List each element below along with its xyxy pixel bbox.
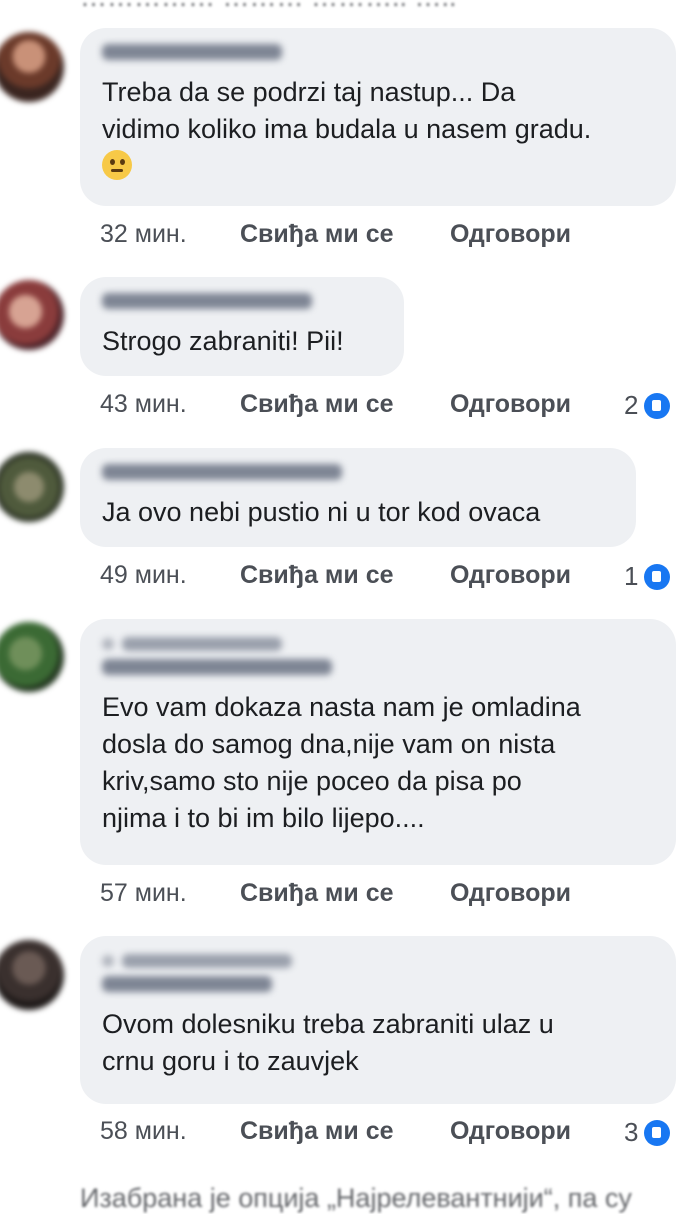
comment-bubble: name Treba da se podrzi taj nastup... Da… xyxy=(80,28,676,206)
like-button[interactable]: Свиђа ми се xyxy=(240,879,450,908)
like-button[interactable]: Свиђа ми се xyxy=(240,1117,450,1146)
like-button[interactable]: Свиђа ми се xyxy=(240,220,450,249)
avatar[interactable] xyxy=(0,280,64,350)
comment-time[interactable]: 43 мин. xyxy=(100,390,240,419)
thinking-face-emoji-icon xyxy=(102,150,132,180)
reaction-number: 1 xyxy=(624,561,639,591)
cut-off-top-text: …………… ……… ……….. ….. xyxy=(80,0,457,13)
comment-actions: 58 мин. Свиђа ми се Одговори xyxy=(100,1117,571,1146)
comment-time[interactable]: 49 мин. xyxy=(100,561,240,590)
comment-text: Strogo zabraniti! Pii! xyxy=(102,326,344,356)
reaction-number: 3 xyxy=(624,1117,639,1147)
comment-text: Ovom dolesniku treba zabraniti ulaz u cr… xyxy=(102,1009,554,1076)
reply-button[interactable]: Одговори xyxy=(450,561,571,590)
comment-actions: 57 мин. Свиђа ми се Одговори xyxy=(100,879,571,908)
blurred-author-name[interactable]: name xyxy=(102,464,616,484)
blurred-author-name[interactable]: name xyxy=(102,976,656,996)
like-reaction-icon xyxy=(644,392,671,419)
comment-bubble: meta name Evo vam dokaza nasta nam je om… xyxy=(80,619,676,865)
comment-text: Treba da se podrzi taj nastup... Da vidi… xyxy=(102,77,592,144)
blurred-author-name[interactable]: name xyxy=(102,659,656,679)
avatar[interactable] xyxy=(0,32,64,102)
like-reaction-icon xyxy=(644,563,671,590)
comment-actions: 49 мин. Свиђа ми се Одговори xyxy=(100,561,571,590)
blurred-author-name[interactable]: name xyxy=(102,44,656,64)
comment-bubble: meta name Ovom dolesniku treba zabraniti… xyxy=(80,936,676,1104)
reply-button[interactable]: Одговори xyxy=(450,220,571,249)
blurred-author-name[interactable]: name xyxy=(102,293,384,313)
reaction-number: 2 xyxy=(624,390,639,420)
avatar[interactable] xyxy=(0,622,64,692)
blurred-metadata: meta xyxy=(102,952,656,970)
reply-button[interactable]: Одговори xyxy=(450,879,571,908)
comment-time[interactable]: 57 мин. xyxy=(100,879,240,908)
like-button[interactable]: Свиђа ми се xyxy=(240,561,450,590)
like-reaction-icon xyxy=(644,1119,671,1146)
cut-off-bottom-text: Изабрана је опција „Најрелевантнији“, па… xyxy=(80,1183,632,1213)
like-button[interactable]: Свиђа ми се xyxy=(240,390,450,419)
reaction-count[interactable]: 1 xyxy=(624,561,671,592)
reply-button[interactable]: Одговори xyxy=(450,1117,571,1146)
comment-text: Evo vam dokaza nasta nam je omladina dos… xyxy=(102,692,581,833)
reaction-count[interactable]: 2 xyxy=(624,390,671,421)
reply-button[interactable]: Одговори xyxy=(450,390,571,419)
comment-bubble: name Strogo zabraniti! Pii! xyxy=(80,277,404,376)
comment-time[interactable]: 32 мин. xyxy=(100,220,240,249)
avatar[interactable] xyxy=(0,940,64,1010)
blurred-metadata: meta xyxy=(102,635,656,653)
comment-actions: 43 мин. Свиђа ми се Одговори xyxy=(100,390,571,419)
reaction-count[interactable]: 3 xyxy=(624,1117,671,1148)
comment-time[interactable]: 58 мин. xyxy=(100,1117,240,1146)
comment-text: Ja ovo nebi pustio ni u tor kod ovaca xyxy=(102,497,541,527)
comment-bubble: name Ja ovo nebi pustio ni u tor kod ova… xyxy=(80,448,636,547)
avatar[interactable] xyxy=(0,452,64,522)
comment-actions: 32 мин. Свиђа ми се Одговори xyxy=(100,220,571,249)
